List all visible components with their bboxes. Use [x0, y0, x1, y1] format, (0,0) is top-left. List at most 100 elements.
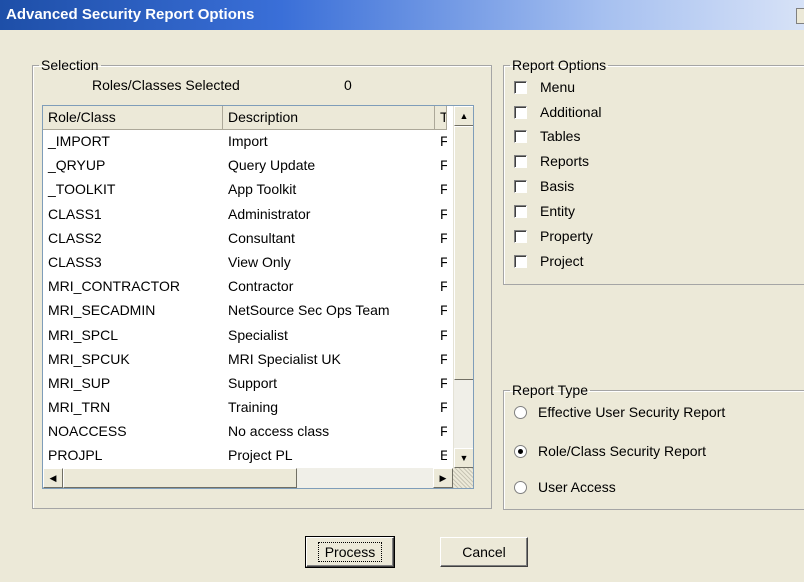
option-menu-checkbox[interactable]: Menu [514, 76, 575, 98]
table-row[interactable]: NOACCESS No access class F [43, 420, 447, 444]
checkbox-icon[interactable] [514, 105, 527, 119]
option-entity-checkbox[interactable]: Entity [514, 200, 575, 222]
table-row[interactable]: CLASS1 Administrator F [43, 203, 447, 227]
cancel-button[interactable]: Cancel [440, 537, 528, 567]
option-additional-checkbox[interactable]: Additional [514, 101, 602, 123]
role-cell: NOACCESS [48, 423, 127, 440]
checkbox-icon[interactable] [514, 229, 527, 243]
vertical-scrollbar[interactable]: ▲ ▼ [453, 106, 473, 468]
checkbox-icon[interactable] [514, 129, 527, 143]
role-cell: MRI_CONTRACTOR [48, 278, 180, 295]
t-cell: F [435, 178, 447, 202]
description-cell: Specialist [228, 326, 288, 343]
description-cell: MRI Specialist UK [228, 350, 341, 367]
description-cell: Support [228, 374, 278, 391]
option-project-checkbox[interactable]: Project [514, 250, 584, 272]
report-type-label: Effective User Security Report [538, 404, 726, 420]
scroll-left-icon[interactable]: ◀ [43, 468, 63, 488]
option-label: Tables [540, 128, 581, 144]
process-button-label: Process [317, 542, 383, 562]
role-class-list[interactable]: Role/Class Description T _IMPORTImportF_… [42, 105, 474, 489]
option-reports-checkbox[interactable]: Reports [514, 150, 589, 172]
table-row[interactable]: MRI_SECADMIN NetSource Sec Ops Team F [43, 299, 447, 323]
role-cell: MRI_SECADMIN [48, 302, 156, 319]
table-row[interactable]: PROJPL Project PL E [43, 444, 447, 468]
scroll-right-icon[interactable]: ▶ [433, 468, 453, 488]
t-cell: F [435, 227, 447, 251]
t-cell: E [435, 444, 447, 468]
table-row[interactable]: MRI_SPCL Specialist F [43, 324, 447, 348]
option-basis-checkbox[interactable]: Basis [514, 175, 574, 197]
option-label: Menu [540, 79, 576, 95]
scroll-down-icon[interactable]: ▼ [454, 448, 473, 468]
checkbox-icon[interactable] [514, 179, 527, 193]
role-cell: _TOOLKIT [48, 181, 116, 198]
t-cell: F [435, 420, 447, 444]
title-bar[interactable]: Advanced Security Report Options [0, 0, 804, 30]
option-label: Property [540, 228, 593, 244]
description-cell: Import [228, 133, 268, 149]
description-cell: NetSource Sec Ops Team [228, 302, 390, 319]
t-cell: F [435, 324, 447, 348]
description-cell: Query Update [228, 157, 316, 174]
t-cell: F [435, 275, 447, 299]
role-cell: MRI_TRN [48, 399, 111, 416]
report-type-radio-3[interactable]: User Access [514, 476, 616, 498]
t-cell: F [435, 154, 447, 178]
description-cell: Administrator [228, 205, 311, 222]
horizontal-scroll-thumb[interactable] [63, 468, 297, 488]
role-cell: MRI_SPCUK [48, 350, 130, 367]
description-cell: App Toolkit [228, 181, 297, 198]
process-button[interactable]: Process [305, 536, 395, 568]
radio-checked-icon[interactable] [514, 444, 527, 458]
t-cell: F [435, 203, 447, 227]
report-type-legend: Report Type [512, 382, 589, 398]
report-type-radio-1[interactable]: Effective User Security Report [514, 401, 725, 423]
table-row[interactable]: _IMPORT Import F [43, 130, 447, 154]
role-cell: MRI_SUP [48, 374, 111, 391]
checkbox-icon[interactable] [514, 254, 527, 268]
t-cell: F [435, 348, 447, 372]
table-row[interactable]: MRI_SUP Support F [43, 372, 447, 396]
list-header: Role/Class Description T [43, 106, 447, 130]
radio-unchecked-icon[interactable] [514, 480, 527, 494]
description-cell: Consultant [228, 229, 295, 246]
table-row[interactable]: MRI_CONTRACTOR Contractor F [43, 275, 447, 299]
option-property-checkbox[interactable]: Property [514, 225, 593, 247]
horizontal-scrollbar[interactable]: ◀ ▶ [43, 468, 453, 488]
table-row[interactable]: MRI_TRN Training F [43, 396, 447, 420]
window-title: Advanced Security Report Options [6, 6, 255, 23]
table-row[interactable]: _TOOLKIT App Toolkit F [43, 178, 447, 202]
scroll-corner [453, 468, 473, 488]
scroll-up-icon[interactable]: ▲ [454, 106, 473, 126]
option-label: Entity [540, 203, 576, 219]
column-header-t[interactable]: T [435, 106, 447, 130]
checkbox-icon[interactable] [514, 204, 527, 218]
role-cell: CLASS2 [48, 229, 102, 246]
column-header-description[interactable]: Description [223, 106, 435, 130]
report-type-label: Role/Class Security Report [538, 443, 707, 459]
table-row[interactable]: CLASS2 Consultant F [43, 227, 447, 251]
checkbox-icon[interactable] [514, 154, 527, 168]
description-cell: No access class [228, 423, 330, 440]
close-button[interactable] [796, 8, 804, 24]
option-label: Additional [540, 104, 602, 120]
table-row[interactable]: MRI_SPCUK MRI Specialist UK F [43, 348, 447, 372]
t-cell: F [435, 372, 447, 396]
role-cell: CLASS3 [48, 253, 102, 270]
option-tables-checkbox[interactable]: Tables [514, 125, 580, 147]
option-label: Basis [540, 178, 575, 194]
table-row[interactable]: CLASS3 View Only F [43, 251, 447, 275]
column-header-role-class[interactable]: Role/Class [43, 106, 223, 130]
description-cell: Project PL [228, 447, 293, 464]
role-cell: CLASS1 [48, 205, 102, 222]
t-cell: F [435, 251, 447, 275]
t-cell: F [435, 130, 447, 154]
radio-unchecked-icon[interactable] [514, 405, 527, 419]
checkbox-icon[interactable] [514, 80, 527, 94]
selected-count-row: Roles/Classes Selected 0 [92, 77, 352, 93]
report-type-radio-2[interactable]: Role/Class Security Report [514, 440, 706, 462]
vertical-scroll-thumb[interactable] [454, 126, 473, 380]
description-cell: View Only [228, 253, 291, 270]
table-row[interactable]: _QRYUP Query Update F [43, 154, 447, 178]
